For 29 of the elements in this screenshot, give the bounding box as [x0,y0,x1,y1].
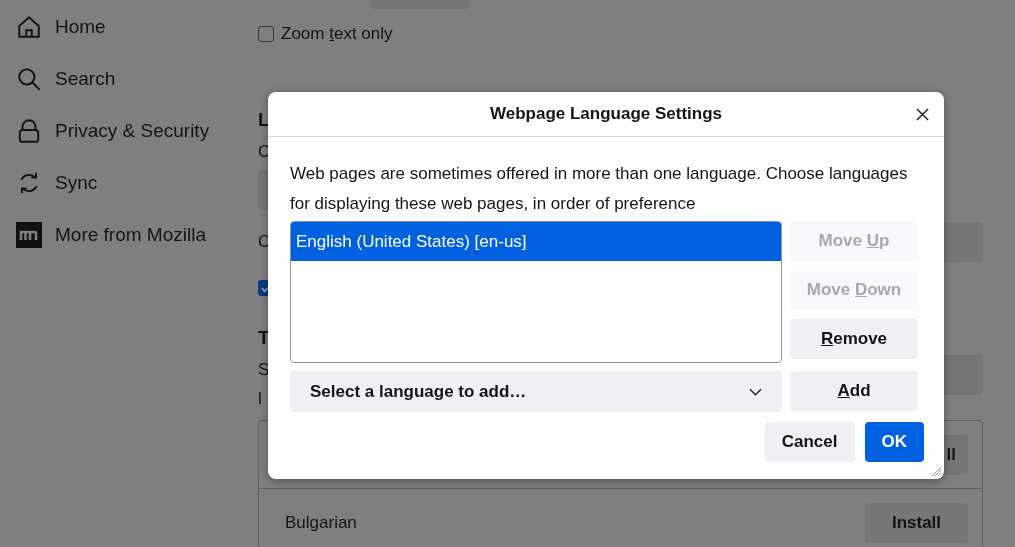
dialog-description: Web pages are sometimes offered in more than one language. Choose languages for displaying these web pages, in order of preference [290,163,909,215]
sidebar-item[interactable]: Home [16,9,258,45]
checkbox-label: Zoom text only [281,24,393,44]
home-icon [16,14,42,40]
chevron-down-icon [749,387,762,396]
search-icon [16,66,42,92]
dialog-title: Webpage Language Settings [489,104,723,124]
language-name: Bulgarian [285,512,357,533]
sidebar-item[interactable]: Search [16,61,258,97]
add-button[interactable]: Add [790,371,918,411]
ok-button[interactable]: OK [864,422,924,462]
remove-button[interactable]: Remove [790,319,918,359]
mozilla-m-icon [16,222,42,248]
lock-icon [16,118,42,144]
language-list-item[interactable]: English (United States) [en-us] [291,222,781,261]
section-heading: L [258,109,270,130]
sidebar-item[interactable]: More from Mozilla [16,217,258,253]
cancel-button[interactable]: Cancel [764,422,855,462]
language-list[interactable]: English (United States) [en-us] [290,221,782,363]
close-icon[interactable] [916,108,929,121]
section-text: S [258,360,270,380]
sidebar-item[interactable]: Privacy & Security [16,113,258,149]
language-dropdown[interactable]: Select a language to add… [290,371,782,412]
section-heading: T [258,327,270,348]
checkbox[interactable] [258,26,274,42]
section-text: l [258,389,262,408]
sidebar-item[interactable]: Sync [16,165,258,201]
resize-grip-icon[interactable] [932,467,942,477]
install-button[interactable]: Install [865,502,968,543]
